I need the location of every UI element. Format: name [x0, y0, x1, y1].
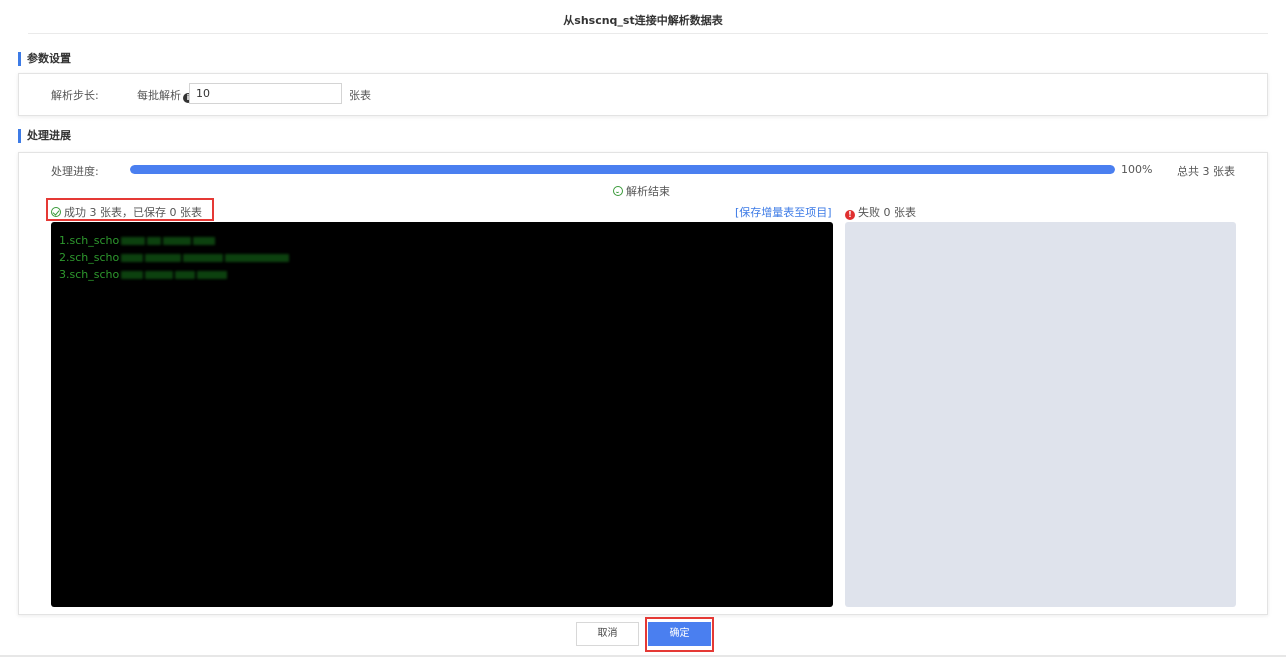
dialog-title: 从shscnq_st连接中解析数据表	[563, 14, 723, 27]
error-icon: !	[845, 210, 855, 220]
ok-highlight-box	[645, 617, 714, 652]
smile-icon	[613, 186, 623, 196]
console-line: 1.sch_scho	[59, 232, 825, 249]
batch-unit-label: 张表	[349, 89, 371, 102]
console-line: 2.sch_scho	[59, 249, 825, 266]
progress-bar	[130, 165, 1115, 174]
progress-section-heading: 处理进展	[18, 129, 71, 143]
batch-label: 每批解析	[137, 89, 181, 102]
params-section-heading: 参数设置	[18, 52, 71, 66]
fail-summary: ! 失败 0 张表	[845, 204, 916, 220]
progress-label: 处理进度:	[51, 165, 99, 178]
success-highlight-box	[46, 198, 214, 221]
save-incremental-link[interactable]: [保存增量表至项目]	[735, 204, 832, 220]
params-panel: 解析步长: 每批解析i 张表	[18, 73, 1268, 116]
progress-panel: 处理进度: 100% 总共 3 张表 解析结束 成功 3 张表，已保存 0 张表…	[18, 152, 1268, 615]
success-console[interactable]: 1.sch_scho 2.sch_scho 3.sch_scho	[51, 222, 833, 607]
batch-label-wrap: 每批解析 i	[137, 87, 193, 103]
total-count: 总共 3 张表	[1177, 165, 1235, 178]
title-divider	[28, 33, 1268, 34]
progress-bar-fill	[130, 165, 1115, 174]
status-text: 解析结束	[626, 185, 670, 198]
console-line: 3.sch_scho	[59, 266, 825, 283]
step-label: 解析步长:	[51, 89, 99, 102]
progress-percent: 100%	[1121, 163, 1153, 176]
fail-text: 失败 0 张表	[858, 206, 916, 219]
batch-size-input[interactable]	[189, 83, 342, 104]
cancel-button[interactable]: 取消	[576, 622, 639, 646]
status-line: 解析结束	[613, 183, 670, 199]
fail-console[interactable]	[845, 222, 1236, 607]
